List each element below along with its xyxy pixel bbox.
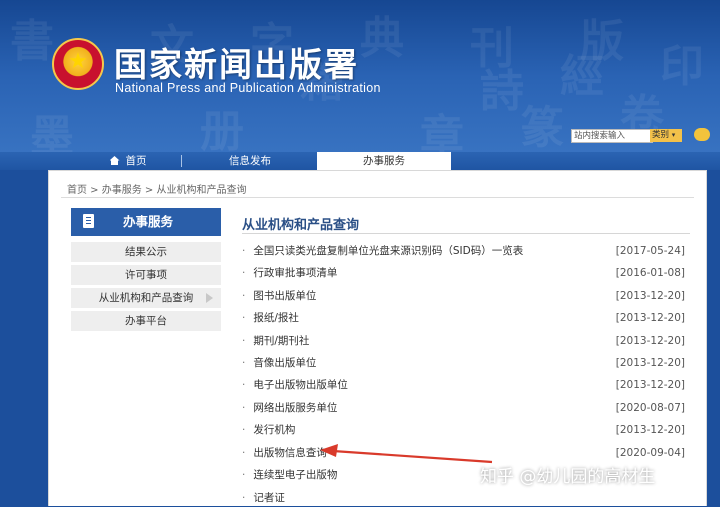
- list-item-title[interactable]: 图书出版单位: [253, 290, 316, 302]
- bullet-icon: ·: [242, 447, 246, 459]
- list-item-date: [2020-09-04]: [615, 447, 685, 459]
- site-header: 書文字典刊版印墨册章篆卷籍詩經 国家新闻出版署 National Press a…: [0, 0, 720, 170]
- chat-icon[interactable]: [694, 128, 710, 141]
- bullet-icon: ·: [242, 290, 246, 302]
- list-item-date: [2017-05-24]: [615, 245, 685, 257]
- sidebar-item-platform[interactable]: 办事平台: [71, 311, 221, 331]
- bullet-icon: ·: [242, 312, 246, 324]
- bullet-icon: ·: [242, 402, 246, 414]
- bullet-icon: ·: [242, 379, 246, 391]
- nav-services-label: 办事服务: [363, 155, 405, 167]
- chevron-down-icon: ▾: [671, 131, 676, 139]
- sidebar-title-label: 办事服务: [123, 214, 174, 229]
- sidebar-item-label: 结果公示: [125, 246, 167, 258]
- list-item-title[interactable]: 音像出版单位: [253, 357, 316, 369]
- background-glyph: 詩: [480, 66, 524, 117]
- background-glyph: 典: [360, 13, 404, 64]
- sidebar-item-label: 许可事项: [125, 269, 167, 281]
- search-input[interactable]: 站内搜索输入: [571, 129, 653, 143]
- list-item-title[interactable]: 发行机构: [253, 424, 295, 436]
- bullet-icon: ·: [242, 245, 246, 257]
- bullet-icon: ·: [242, 492, 246, 504]
- list-item[interactable]: · 网络出版服务单位 [2020-08-07]: [242, 399, 685, 417]
- list-item-title[interactable]: 报纸/报社: [253, 312, 299, 324]
- list-item-date: [2013-12-20]: [615, 379, 685, 391]
- sidebar-item-label: 办事平台: [125, 315, 167, 327]
- section-title: 从业机构和产品查询: [242, 218, 360, 233]
- list-item-date: [2013-12-20]: [615, 335, 685, 347]
- list-item[interactable]: · 全国只读类光盘复制单位光盘来源识别码（SID码）一览表 [2017-05-24…: [242, 242, 685, 260]
- nav-news-label: 信息发布: [229, 155, 271, 167]
- background-glyph: 經: [560, 51, 604, 102]
- search-category-label: 类别: [652, 130, 670, 140]
- list-item[interactable]: · 出版物信息查询 [2020-09-04]: [242, 444, 685, 462]
- list-item-title[interactable]: 出版物信息查询: [253, 447, 327, 459]
- nav-divider: [181, 155, 182, 167]
- background-glyph: 書: [10, 16, 54, 67]
- list-item-title[interactable]: 连续型电子出版物: [253, 469, 337, 481]
- list-item[interactable]: · 发行机构 [2013-12-20]: [242, 421, 685, 439]
- content-panel: 首页 > 办事服务 > 从业机构和产品查询 办事服务 结果公示 许可事项 从业机…: [48, 170, 707, 506]
- background-glyph: 册: [200, 106, 244, 157]
- nav-home-label: 首页: [125, 155, 147, 167]
- nav-services[interactable]: 办事服务: [317, 152, 451, 170]
- site-title[interactable]: 国家新闻出版署: [114, 38, 359, 86]
- divider: [242, 233, 690, 234]
- bullet-icon: ·: [242, 424, 246, 436]
- list-item[interactable]: · 报纸/报社 [2013-12-20]: [242, 309, 685, 327]
- document-icon: [83, 214, 94, 228]
- list-item-title[interactable]: 电子出版物出版单位: [253, 379, 348, 391]
- sidebar-item-institution-query[interactable]: 从业机构和产品查询: [71, 288, 221, 308]
- chevron-right-icon: [206, 293, 213, 303]
- bullet-icon: ·: [242, 335, 246, 347]
- list-item-date: [2020-08-07]: [615, 402, 685, 414]
- list-item[interactable]: · 图书出版单位 [2013-12-20]: [242, 287, 685, 305]
- list-item-title[interactable]: 网络出版服务单位: [253, 402, 337, 414]
- list-item[interactable]: · 期刊/期刊社 [2013-12-20]: [242, 332, 685, 350]
- search-category-select[interactable]: 类别 ▾: [650, 129, 682, 142]
- list-item[interactable]: · 电子出版物出版单位 [2013-12-20]: [242, 376, 685, 394]
- breadcrumb[interactable]: 首页 > 办事服务 > 从业机构和产品查询: [67, 181, 246, 196]
- nav-news[interactable]: 信息发布: [190, 152, 310, 170]
- sidebar-title: 办事服务: [71, 208, 221, 236]
- watermark-text: 知乎 @幼儿园的高材生: [480, 467, 656, 487]
- home-icon: [109, 156, 120, 165]
- list-item[interactable]: · 记者证: [242, 489, 685, 507]
- list-item-title[interactable]: 期刊/期刊社: [253, 335, 309, 347]
- bullet-icon: ·: [242, 357, 246, 369]
- nav-home[interactable]: 首页: [88, 152, 168, 170]
- list-item-date: [2013-12-20]: [615, 312, 685, 324]
- list-item-title[interactable]: 行政审批事项清单: [253, 267, 337, 279]
- background-glyph: 篆: [520, 103, 564, 154]
- list-item-title[interactable]: 全国只读类光盘复制单位光盘来源识别码（SID码）一览表: [253, 245, 523, 257]
- national-emblem-icon: [52, 38, 104, 90]
- list-item-date: [2016-01-08]: [615, 267, 685, 279]
- divider: [61, 197, 694, 198]
- list-item-title[interactable]: 记者证: [253, 492, 285, 504]
- list-item[interactable]: · 行政审批事项清单 [2016-01-08]: [242, 264, 685, 282]
- sidebar-item-permits[interactable]: 许可事项: [71, 265, 221, 285]
- sidebar-item-results[interactable]: 结果公示: [71, 242, 221, 262]
- background-glyph: 印: [660, 41, 704, 92]
- list-item-date: [2013-12-20]: [615, 424, 685, 436]
- list-item-date: [2013-12-20]: [615, 290, 685, 302]
- main-nav: 首页 信息发布 办事服务: [0, 152, 720, 170]
- sidebar-item-label: 从业机构和产品查询: [98, 292, 194, 304]
- bullet-icon: ·: [242, 267, 246, 279]
- bullet-icon: ·: [242, 469, 246, 481]
- list-item[interactable]: · 音像出版单位 [2013-12-20]: [242, 354, 685, 372]
- site-title-english: National Press and Publication Administr…: [115, 81, 381, 95]
- list-item-date: [2013-12-20]: [615, 357, 685, 369]
